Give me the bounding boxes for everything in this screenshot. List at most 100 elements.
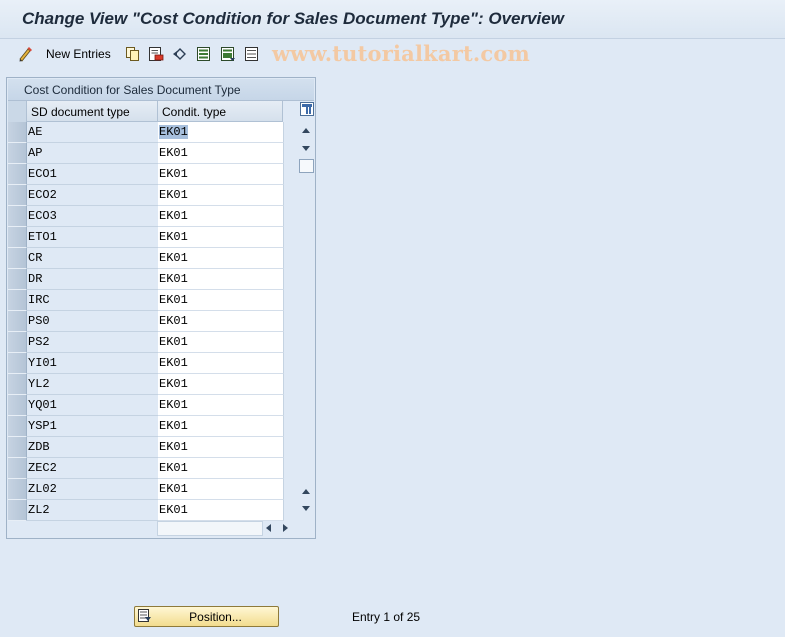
row-selector[interactable]	[8, 185, 27, 206]
condit-type-input[interactable]: EK01	[158, 353, 284, 374]
condit-type-input[interactable]: EK01	[158, 290, 284, 311]
row-selector[interactable]	[8, 479, 27, 500]
select-block-icon[interactable]	[220, 46, 236, 62]
entry-counter: Entry 1 of 25	[352, 610, 421, 624]
sd-document-type-cell: ECO2	[27, 185, 159, 206]
condit-type-value: EK01	[159, 503, 188, 517]
row-selector[interactable]	[8, 458, 27, 479]
sd-document-type-cell: YI01	[27, 353, 159, 374]
row-selector[interactable]	[8, 206, 27, 227]
condit-type-input[interactable]: EK01	[158, 395, 284, 416]
sd-document-type-cell: ZL2	[27, 500, 159, 521]
condit-type-input[interactable]: EK01	[158, 185, 284, 206]
row-selector[interactable]	[8, 395, 27, 416]
condit-type-value: EK01	[159, 230, 188, 244]
condit-type-input[interactable]: EK01	[158, 269, 284, 290]
condit-type-input[interactable]: EK01	[158, 311, 284, 332]
condit-type-input[interactable]: EK01	[158, 374, 284, 395]
horizontal-scrollbar[interactable]	[157, 521, 295, 536]
table-row: ECO2 EK01	[8, 185, 288, 206]
delete-icon[interactable]	[148, 46, 164, 62]
scroll-page-up-icon[interactable]	[302, 489, 310, 494]
vertical-scrollbar[interactable]	[298, 100, 316, 520]
condit-type-input[interactable]: EK01	[158, 479, 284, 500]
condit-type-value: EK01	[159, 419, 188, 433]
condit-type-input[interactable]: EK01	[158, 500, 284, 521]
select-all-rows-button[interactable]	[8, 101, 27, 122]
sd-document-type-cell: ECO3	[27, 206, 159, 227]
horizontal-scroll-track[interactable]	[157, 521, 263, 536]
sd-document-type-cell: YL2	[27, 374, 159, 395]
table-row: PS2 EK01	[8, 332, 288, 353]
table-row: IRC EK01	[8, 290, 288, 311]
row-selector[interactable]	[8, 290, 27, 311]
row-selector[interactable]	[8, 374, 27, 395]
scroll-down-icon[interactable]	[302, 146, 310, 151]
select-all-icon[interactable]	[196, 46, 212, 62]
row-selector[interactable]	[8, 437, 27, 458]
sd-document-type-cell: PS2	[27, 332, 159, 353]
condit-type-input[interactable]: EK01	[158, 227, 284, 248]
table-row: YL2 EK01	[8, 374, 288, 395]
copy-icon[interactable]	[125, 46, 141, 62]
row-selector[interactable]	[8, 227, 27, 248]
condit-type-value: EK01	[159, 251, 188, 265]
condit-type-input[interactable]: EK01	[158, 332, 284, 353]
condit-type-input[interactable]: EK01	[158, 437, 284, 458]
condit-type-value: EK01	[159, 125, 188, 139]
scroll-thumb[interactable]	[299, 159, 314, 173]
scroll-page-down-icon[interactable]	[302, 506, 310, 511]
condit-type-input[interactable]: EK01	[158, 458, 284, 479]
scroll-up-icon[interactable]	[302, 128, 310, 133]
row-selector[interactable]	[8, 269, 27, 290]
table-row: CR EK01	[8, 248, 288, 269]
condit-type-value: EK01	[159, 167, 188, 181]
row-selector[interactable]	[8, 143, 27, 164]
condit-type-input[interactable]: EK01	[158, 143, 284, 164]
table-body: AE EK01 AP EK01 ECO1 EK01 ECO2 EK01 ECO3 EK01 ETO1…	[8, 122, 288, 521]
table-row: YQ01 EK01	[8, 395, 288, 416]
row-selector[interactable]	[8, 311, 27, 332]
sd-document-type-cell: YQ01	[27, 395, 159, 416]
watermark: www.tutorialkart.com	[272, 41, 530, 66]
undo-icon[interactable]	[172, 46, 188, 62]
table-row: ZDB EK01	[8, 437, 288, 458]
sd-document-type-cell: IRC	[27, 290, 159, 311]
table-row: ECO3 EK01	[8, 206, 288, 227]
row-selector[interactable]	[8, 500, 27, 521]
condit-type-value: EK01	[159, 377, 188, 391]
condit-type-input[interactable]: EK01	[158, 206, 284, 227]
change-display-icon[interactable]	[18, 46, 34, 62]
column-header-condit-type[interactable]: Condit. type	[158, 101, 283, 122]
table-row: YI01 EK01	[8, 353, 288, 374]
row-selector[interactable]	[8, 122, 27, 143]
table-row: AP EK01	[8, 143, 288, 164]
condit-type-input[interactable]: EK01	[158, 122, 284, 143]
condit-type-value: EK01	[159, 482, 188, 496]
sd-document-type-cell: CR	[27, 248, 159, 269]
title-bar: Change View "Cost Condition for Sales Do…	[0, 0, 785, 39]
condit-type-input[interactable]: EK01	[158, 248, 284, 269]
row-selector[interactable]	[8, 164, 27, 185]
position-button[interactable]: Position...	[134, 606, 279, 627]
condit-type-input[interactable]: EK01	[158, 416, 284, 437]
column-header-sd-document-type[interactable]: SD document type	[27, 101, 158, 122]
table-settings-icon[interactable]	[300, 102, 314, 116]
deselect-all-icon[interactable]	[244, 46, 260, 62]
condit-type-value: EK01	[159, 398, 188, 412]
row-selector[interactable]	[8, 332, 27, 353]
table-row: ZL2 EK01	[8, 500, 288, 521]
condit-type-value: EK01	[159, 209, 188, 223]
sd-document-type-cell: ZL02	[27, 479, 159, 500]
sd-document-type-cell: ZDB	[27, 437, 159, 458]
row-selector[interactable]	[8, 353, 27, 374]
row-selector[interactable]	[8, 416, 27, 437]
condit-type-value: EK01	[159, 356, 188, 370]
new-entries-button[interactable]: New Entries	[46, 47, 111, 61]
sd-document-type-cell: ECO1	[27, 164, 159, 185]
sd-document-type-cell: ZEC2	[27, 458, 159, 479]
condit-type-input[interactable]: EK01	[158, 164, 284, 185]
row-selector[interactable]	[8, 248, 27, 269]
scroll-left-icon[interactable]	[266, 524, 271, 532]
scroll-right-icon[interactable]	[283, 524, 288, 532]
